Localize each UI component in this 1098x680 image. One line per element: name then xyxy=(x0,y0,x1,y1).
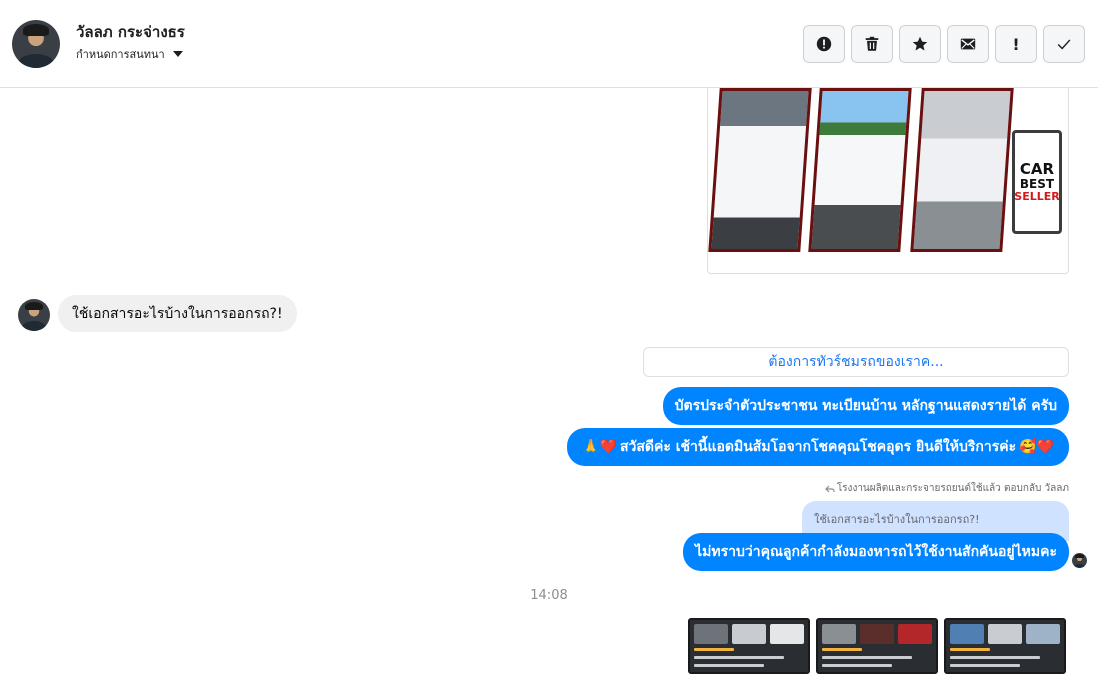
envelope-icon xyxy=(960,38,976,50)
car-image-attachment[interactable]: CAR BEST SELLER xyxy=(707,88,1069,274)
sender-avatar[interactable] xyxy=(18,299,50,331)
incoming-message[interactable]: ใช้เอกสารอะไรบ้างในการออกรถ?! xyxy=(58,295,297,332)
badge-line-best: BEST xyxy=(1019,176,1055,191)
car-listing-thumbnail[interactable] xyxy=(816,618,938,674)
quick-reply-button[interactable]: ต้องการทัวร์ชมรถของเราค... xyxy=(643,347,1069,377)
car-interior-photo xyxy=(910,88,1014,252)
star-button[interactable] xyxy=(899,25,941,63)
car-best-seller-badge: CAR BEST SELLER xyxy=(1012,130,1062,234)
pray-heart-emoji: 🙏❤️ xyxy=(582,439,617,455)
report-spam-button[interactable] xyxy=(803,25,845,63)
contact-name[interactable]: วัลลภ กระจ่างธร xyxy=(76,20,185,44)
star-icon xyxy=(912,36,928,51)
check-icon xyxy=(1057,39,1071,50)
outgoing-message-text: สวัสดีค่ะ เช้านี้แอดมินส้มโอจากโชคคุณโชค… xyxy=(619,439,1017,455)
outgoing-message[interactable]: 🙏❤️ สวัสดีค่ะ เช้านี้แอดมินส้มโอจากโชคคุ… xyxy=(567,428,1069,466)
contact-avatar[interactable] xyxy=(12,20,60,68)
badge-line-car: CAR xyxy=(1019,160,1055,179)
car-listing-thumbnail[interactable] xyxy=(944,618,1066,674)
alert-circle-icon xyxy=(816,36,832,52)
car-front-photo xyxy=(708,88,812,252)
caret-down-icon xyxy=(172,51,183,57)
reply-context: โรงงานผลิตและกระจายรถยนต์ใช้แล้ว ตอบกลับ… xyxy=(824,481,1069,496)
mark-unread-button[interactable] xyxy=(947,25,989,63)
outgoing-message[interactable]: บัตรประจำตัวประชาชน ทะเบียนบ้าน หลักฐานแ… xyxy=(662,387,1069,425)
badge-line-seller: SELLER xyxy=(1014,189,1060,203)
done-button[interactable] xyxy=(1043,25,1085,63)
follow-up-button[interactable]: ! xyxy=(995,25,1037,63)
seen-receipt-avatar xyxy=(1072,553,1087,568)
smile-heart-emoji: 🥰❤️ xyxy=(1019,439,1054,455)
delete-button[interactable] xyxy=(851,25,893,63)
conversation-header: วัลลภ กระจ่างธร กำหนดการสนทนา ! xyxy=(0,0,1098,88)
car-rear-photo xyxy=(808,88,912,252)
reply-context-text: โรงงานผลิตและกระจายรถยนต์ใช้แล้ว ตอบกลับ… xyxy=(836,483,1069,494)
message-timestamp: 14:08 xyxy=(530,588,568,603)
image-thumbnails xyxy=(688,618,1066,674)
exclamation-icon: ! xyxy=(1012,34,1020,54)
car-listing-thumbnail[interactable] xyxy=(688,618,810,674)
outgoing-message[interactable]: ไม่ทราบว่าคุณลูกค้ากำลังมองหารถไว้ใช้งาน… xyxy=(683,533,1069,571)
conversation-schedule-dropdown[interactable]: กำหนดการสนทนา xyxy=(76,45,183,63)
reply-arrow-icon xyxy=(824,485,835,492)
trash-icon xyxy=(865,36,879,51)
conversation-schedule-label: กำหนดการสนทนา xyxy=(76,48,165,61)
header-toolbar: ! xyxy=(803,25,1085,63)
